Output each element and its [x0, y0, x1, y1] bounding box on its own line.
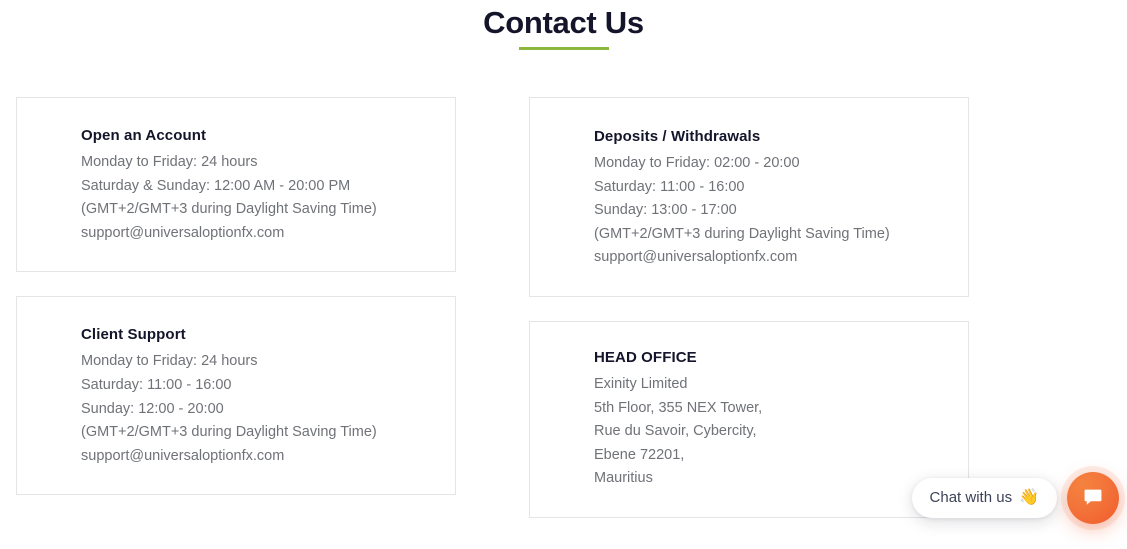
card-title: HEAD OFFICE: [594, 348, 697, 366]
chat-prompt-label: Chat with us: [929, 489, 1013, 506]
card-support-email[interactable]: support@universaloptionfx.com: [594, 246, 948, 270]
title-underline-divider: [518, 47, 609, 50]
card-line: Exinity Limited: [594, 375, 688, 392]
card-line: Monday to Friday: 24 hours: [81, 154, 258, 170]
contact-card-head-office: HEAD OFFICE Exinity Limited 5th Floor, 3…: [529, 320, 969, 518]
waving-hand-icon: 👋: [1019, 489, 1039, 506]
card-support-email[interactable]: support@universaloptionfx.com: [81, 222, 435, 246]
card-support-email[interactable]: support@universaloptionfx.com: [81, 445, 435, 469]
chat-bubble-icon: [1082, 486, 1104, 511]
card-line: Sunday: 12:00 - 20:00: [81, 400, 224, 417]
card-line: Sunday: 13:00 - 17:00: [594, 202, 737, 219]
page-header: Contact Us: [0, 4, 1127, 50]
card-line: Rue du Savoir, Cybercity,: [594, 423, 757, 440]
card-line: (GMT+2/GMT+3 during Daylight Saving Time…: [594, 225, 890, 242]
card-line: Saturday: 11:00 - 16:00: [81, 376, 232, 393]
card-line: (GMT+2/GMT+3 during Daylight Saving Time…: [81, 201, 377, 218]
chat-prompt-bubble[interactable]: Chat with us 👋: [911, 478, 1057, 518]
card-line: Saturday & Sunday: 12:00 AM - 20:00 PM: [81, 177, 351, 194]
contact-card-open-an-account: Open an Account Monday to Friday: 24 hou…: [16, 97, 456, 273]
card-title: Open an Account: [81, 127, 207, 144]
chat-widget: Chat with us 👋: [911, 472, 1119, 524]
open-chat-button[interactable]: [1067, 472, 1119, 524]
card-line: Monday to Friday: 02:00 - 20:00: [594, 155, 800, 171]
card-line: (GMT+2/GMT+3 during Daylight Saving Time…: [81, 424, 377, 441]
contact-cards-grid: Open an Account Monday to Friday: 24 hou…: [16, 97, 969, 518]
card-line: 5th Floor, 355 NEX Tower,: [594, 399, 763, 416]
page-title: Contact Us: [483, 5, 644, 40]
card-line: Saturday: 11:00 - 16:00: [594, 178, 745, 195]
card-line: Mauritius: [594, 470, 653, 487]
card-title: Client Support: [81, 326, 186, 344]
contact-cards-column-left: Open an Account Monday to Friday: 24 hou…: [16, 97, 456, 496]
contact-us-page: Contact Us Open an Account Monday to Fri…: [0, 0, 1127, 549]
card-line: Ebene 72201,: [594, 446, 685, 463]
contact-cards-column-right: Deposits / Withdrawals Monday to Friday:…: [529, 97, 969, 518]
card-title: Deposits / Withdrawals: [594, 128, 761, 145]
card-line: Monday to Friday: 24 hours: [81, 353, 258, 370]
contact-card-client-support: Client Support Monday to Friday: 24 hour…: [16, 296, 456, 496]
contact-card-deposits-withdrawals: Deposits / Withdrawals Monday to Friday:…: [529, 97, 969, 297]
